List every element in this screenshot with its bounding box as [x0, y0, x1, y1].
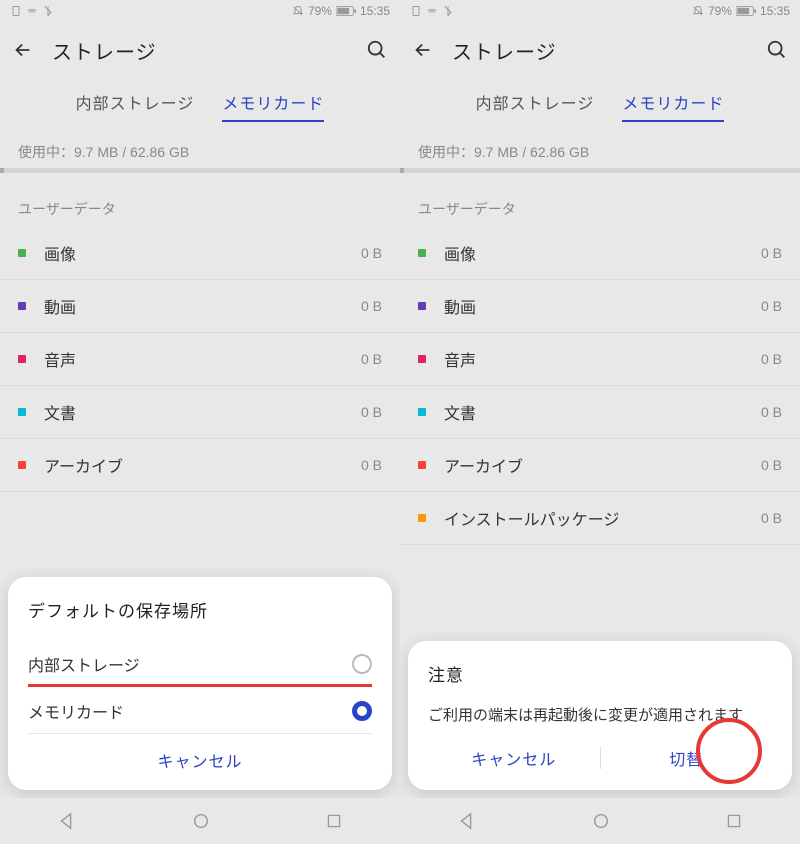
row-audio[interactable]: 音声 0 B	[0, 333, 400, 386]
switch-button[interactable]: 切替	[669, 746, 703, 770]
sheet-title: 注意	[428, 661, 772, 686]
dot-icon	[418, 302, 426, 310]
section-userdata: ユーザーデータ	[400, 173, 800, 227]
cancel-button[interactable]: キャンセル	[157, 748, 242, 772]
cancel-button[interactable]: キャンセル	[471, 746, 556, 770]
app-bar: ストレージ	[400, 22, 800, 78]
sim-icon	[410, 5, 422, 17]
radio-selected-icon	[352, 701, 372, 721]
row-image[interactable]: 画像 0 B	[0, 227, 400, 280]
section-userdata: ユーザーデータ	[0, 173, 400, 227]
nav-back-icon[interactable]	[58, 812, 76, 830]
back-icon[interactable]	[412, 39, 434, 61]
search-icon[interactable]	[366, 39, 388, 61]
radio-internal[interactable]: 内部ストレージ	[28, 640, 372, 687]
dot-icon	[18, 461, 26, 469]
phone-left: 79% 15:35 ストレージ 内部ストレージ メモリカード 使用中：9.7 M…	[0, 0, 400, 844]
nav-home-icon[interactable]	[192, 812, 210, 830]
battery-pct: 79%	[308, 4, 332, 18]
tabs: 内部ストレージ メモリカード	[0, 78, 400, 128]
nav-bar	[0, 798, 400, 844]
dot-icon	[18, 249, 26, 257]
search-icon[interactable]	[766, 39, 788, 61]
dot-icon	[18, 302, 26, 310]
row-image[interactable]: 画像 0 B	[400, 227, 800, 280]
battery-icon	[736, 6, 756, 16]
sim-icon	[10, 5, 22, 17]
nodisturb-icon	[692, 5, 704, 17]
nav-home-icon[interactable]	[592, 812, 610, 830]
sheet-title: デフォルトの保存場所	[28, 597, 372, 622]
status-bar: 79% 15:35	[400, 0, 800, 22]
bt-icon	[442, 5, 454, 17]
row-video[interactable]: 動画 0 B	[400, 280, 800, 333]
page-title: ストレージ	[452, 36, 748, 65]
nav-bar	[400, 798, 800, 844]
sheet-body: ご利用の端末は再起動後に変更が適用されます	[428, 704, 772, 728]
status-bar: 79% 15:35	[0, 0, 400, 22]
row-video[interactable]: 動画 0 B	[0, 280, 400, 333]
usage-text: 使用中：9.7 MB / 62.86 GB	[400, 128, 800, 168]
radio-unselected-icon	[352, 654, 372, 674]
tab-internal[interactable]: 内部ストレージ	[76, 90, 195, 122]
dot-icon	[18, 408, 26, 416]
nav-recent-icon[interactable]	[726, 813, 742, 829]
wifi-icon	[426, 5, 438, 17]
row-archive[interactable]: アーカイブ 0 B	[400, 439, 800, 492]
row-audio[interactable]: 音声 0 B	[400, 333, 800, 386]
usage-bar	[0, 168, 400, 173]
app-bar: ストレージ	[0, 22, 400, 78]
dot-icon	[418, 461, 426, 469]
usage-bar	[400, 168, 800, 173]
tab-internal[interactable]: 内部ストレージ	[476, 90, 595, 122]
row-doc[interactable]: 文書 0 B	[0, 386, 400, 439]
dot-icon	[418, 249, 426, 257]
nav-recent-icon[interactable]	[326, 813, 342, 829]
usage-text: 使用中：9.7 MB / 62.86 GB	[0, 128, 400, 168]
row-install[interactable]: インストールパッケージ 0 B	[400, 492, 800, 545]
phone-right: 79% 15:35 ストレージ 内部ストレージ メモリカード 使用中：9.7 M…	[400, 0, 800, 844]
dot-icon	[18, 355, 26, 363]
time: 15:35	[360, 4, 390, 18]
sheet-confirm: 注意 ご利用の端末は再起動後に変更が適用されます キャンセル 切替	[408, 641, 792, 790]
bt-icon	[42, 5, 54, 17]
dot-icon	[418, 408, 426, 416]
nodisturb-icon	[292, 5, 304, 17]
tab-card[interactable]: メモリカード	[222, 90, 324, 122]
back-icon[interactable]	[12, 39, 34, 61]
time: 15:35	[760, 4, 790, 18]
sheet-default-location: デフォルトの保存場所 内部ストレージ メモリカード キャンセル	[8, 577, 392, 790]
tabs: 内部ストレージ メモリカード	[400, 78, 800, 128]
tab-card[interactable]: メモリカード	[622, 90, 724, 122]
dot-icon	[418, 355, 426, 363]
row-archive[interactable]: アーカイブ 0 B	[0, 439, 400, 492]
battery-pct: 79%	[708, 4, 732, 18]
nav-back-icon[interactable]	[458, 812, 476, 830]
radio-card[interactable]: メモリカード	[28, 687, 372, 734]
dot-icon	[418, 514, 426, 522]
battery-icon	[336, 6, 356, 16]
row-doc[interactable]: 文書 0 B	[400, 386, 800, 439]
page-title: ストレージ	[52, 36, 348, 65]
wifi-icon	[26, 5, 38, 17]
